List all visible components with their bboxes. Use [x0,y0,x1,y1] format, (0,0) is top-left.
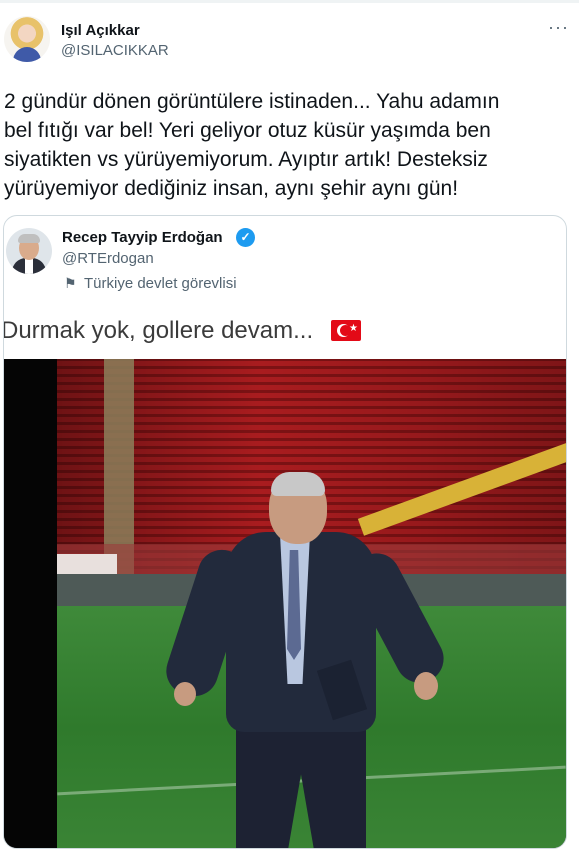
man-left-hand [174,682,196,706]
tweet-text-line: 2 gündür dönen görüntülere istinaden... … [4,90,500,113]
tweet-text-line: bel fıtığı var bel! Yeri geliyor otuz kü… [4,119,491,142]
avatar-shoulders [13,47,41,62]
author-avatar[interactable] [4,16,50,62]
avatar-shirt [25,258,33,274]
quoted-author-avatar[interactable] [6,228,52,274]
stadium-aisle [104,359,134,574]
quoted-tweet-text: Durmak yok, gollere devam... [3,317,314,344]
quoted-author-handle[interactable]: @RTErdogan [62,250,154,267]
quoted-author-name[interactable]: Recep Tayyip Erdoğan [62,229,223,246]
flag-icon: ⚑ [64,275,77,291]
author-name[interactable]: Işıl Açıkkar [61,22,140,39]
quoted-tweet-card[interactable]: Recep Tayyip Erdoğan ✓ @RTErdogan ⚑ Türk… [3,215,567,849]
man-right-hand [414,672,438,700]
flag-star: ★ [349,323,358,334]
man-legs [236,724,366,848]
government-official-label[interactable]: Türkiye devlet görevlisi [84,275,237,292]
turkey-flag-emoji: ★ [331,320,361,341]
man-hair [271,472,325,496]
photo-black-bar [4,359,57,848]
verified-badge-icon: ✓ [236,228,255,247]
tweet-text-line: yürüyemiyor dediğiniz insan, aynı şehir … [4,177,459,200]
quoted-tweet-photo[interactable] [4,359,566,848]
author-handle[interactable]: @ISILACIKKAR [61,42,169,59]
avatar-hair [18,234,40,243]
tweet-text: 2 gündür dönen görüntülere istinaden... … [4,87,574,203]
tweet-text-line: siyatikten vs yürüyemiyorum. Ayıptır art… [4,148,488,171]
ad-board [57,554,117,576]
more-options-icon[interactable]: ··· [548,17,569,38]
man-in-suit-kicking [160,472,453,848]
top-divider [0,0,579,3]
